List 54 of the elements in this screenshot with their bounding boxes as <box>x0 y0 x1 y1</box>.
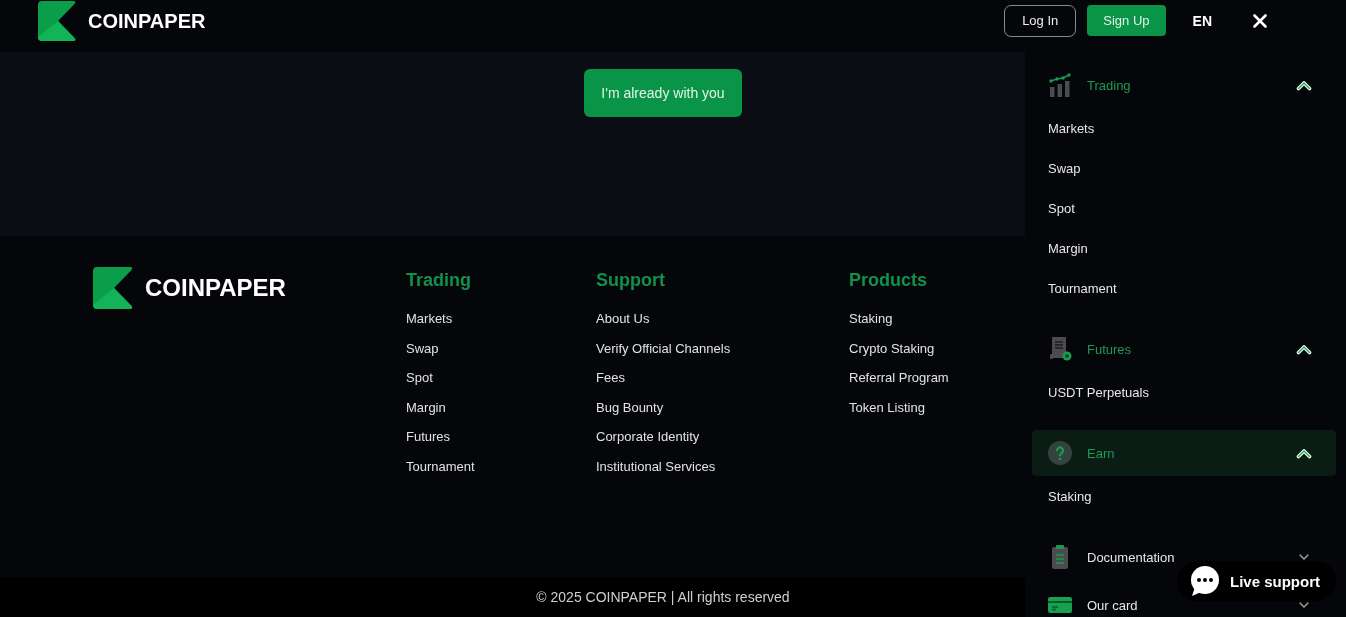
footer-heading: Support <box>596 269 665 292</box>
brand-name: COINPAPER <box>88 8 206 33</box>
menu-link[interactable]: Staking <box>1048 476 1092 516</box>
chat-bubble-icon <box>1189 565 1221 597</box>
chevron-down-icon[interactable] <box>1299 554 1309 560</box>
footer-link[interactable]: About Us <box>596 311 650 327</box>
menu-link[interactable]: Margin <box>1048 228 1088 268</box>
document-icon <box>1048 337 1072 361</box>
chevron-down-icon[interactable] <box>1299 602 1309 608</box>
cta-button[interactable]: I'm already with you <box>584 69 742 117</box>
footer-link[interactable]: Fees <box>596 370 625 387</box>
footer-link[interactable]: Futures <box>406 429 451 446</box>
footer-link[interactable]: Verify Official Channels <box>596 340 731 357</box>
menu-section-toggle[interactable]: Our card <box>1048 597 1138 613</box>
live-support-button[interactable]: Live support <box>1177 561 1336 601</box>
language-selector[interactable]: EN <box>1192 12 1212 29</box>
chevron-up-icon[interactable] <box>1296 79 1312 91</box>
footer-heading: Trading <box>406 269 471 292</box>
footer-link[interactable]: Corporate Identity <box>596 429 700 446</box>
footer-link[interactable]: Tournament <box>406 458 475 475</box>
menu-link[interactable]: Swap <box>1048 148 1081 188</box>
brand-name: COINPAPER <box>145 273 286 303</box>
menu-section-toggle[interactable]: Trading <box>1048 73 1131 97</box>
footer-link[interactable]: Staking <box>849 311 893 327</box>
footer-link[interactable]: Institutional Services <box>596 458 716 475</box>
selected-menu-row[interactable]: Earn <box>1032 430 1336 476</box>
help-icon <box>1048 441 1072 465</box>
copyright-text: © 2025 COINPAPER | All rights reserved <box>536 589 790 605</box>
menu-link[interactable]: Markets <box>1048 108 1095 148</box>
menu-link[interactable]: Tournament <box>1048 268 1117 308</box>
footer-link[interactable]: Referral Program <box>849 370 949 387</box>
close-icon[interactable] <box>1253 13 1267 28</box>
footer-link[interactable]: Token Listing <box>849 399 925 416</box>
footer-link[interactable]: Spot <box>406 370 433 387</box>
bar-chart-icon <box>1049 73 1071 97</box>
chevron-up-icon[interactable] <box>1296 447 1312 459</box>
footer-link[interactable]: Markets <box>406 311 453 327</box>
logo-icon <box>38 0 78 41</box>
menu-section-toggle[interactable]: Documentation <box>1048 545 1175 569</box>
login-button[interactable]: Log In <box>1004 4 1077 37</box>
menu-link[interactable]: USDT Perpetuals <box>1048 372 1149 412</box>
logo-icon <box>93 267 135 309</box>
footer-link[interactable]: Crypto Staking <box>849 340 935 357</box>
chevron-up-icon[interactable] <box>1296 343 1312 355</box>
footer-heading: Products <box>849 269 927 292</box>
menu-link[interactable]: Spot <box>1048 188 1075 228</box>
signup-button[interactable]: Sign Up <box>1087 5 1166 36</box>
clipboard-icon <box>1052 545 1068 569</box>
card-icon <box>1048 597 1072 613</box>
menu-section-toggle[interactable]: Earn <box>1048 441 1115 465</box>
footer-link[interactable]: Margin <box>406 399 446 416</box>
menu-section-toggle[interactable]: Futures <box>1048 337 1132 361</box>
footer-link[interactable]: Swap <box>406 340 439 357</box>
footer-link[interactable]: Bug Bounty <box>596 399 664 416</box>
